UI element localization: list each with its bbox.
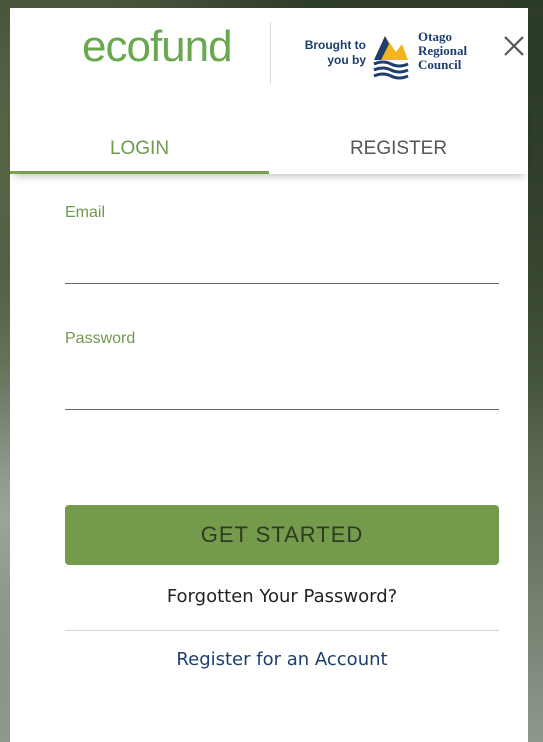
close-icon[interactable] — [500, 32, 528, 60]
email-field[interactable] — [65, 249, 499, 284]
header-divider — [270, 22, 271, 84]
login-modal: ecofund Brought to you by Otago Regional… — [10, 8, 528, 742]
tab-login[interactable]: LOGIN — [10, 104, 269, 174]
partner-name: Otago Regional Council — [418, 30, 467, 72]
partner-line-3: Council — [418, 57, 462, 72]
modal-header: ecofund Brought to you by Otago Regional… — [10, 8, 528, 104]
register-account-link[interactable]: Register for an Account — [65, 649, 499, 670]
get-started-button[interactable]: GET STARTED — [65, 505, 499, 565]
partner-line-2: Regional — [418, 43, 468, 58]
password-label: Password — [65, 330, 136, 347]
tab-register[interactable]: REGISTER — [269, 104, 528, 174]
partner-line-1: Otago — [418, 29, 452, 44]
forgot-password-link[interactable]: Forgotten Your Password? — [65, 586, 499, 607]
brought-by-text: Brought to you by — [304, 38, 366, 67]
password-field[interactable] — [65, 375, 499, 410]
form-divider — [65, 630, 499, 631]
email-label: Email — [65, 204, 106, 221]
auth-tabs: LOGIN REGISTER — [10, 104, 528, 174]
orc-logo-icon — [372, 30, 410, 82]
ecofund-logo: ecofund — [82, 22, 233, 71]
